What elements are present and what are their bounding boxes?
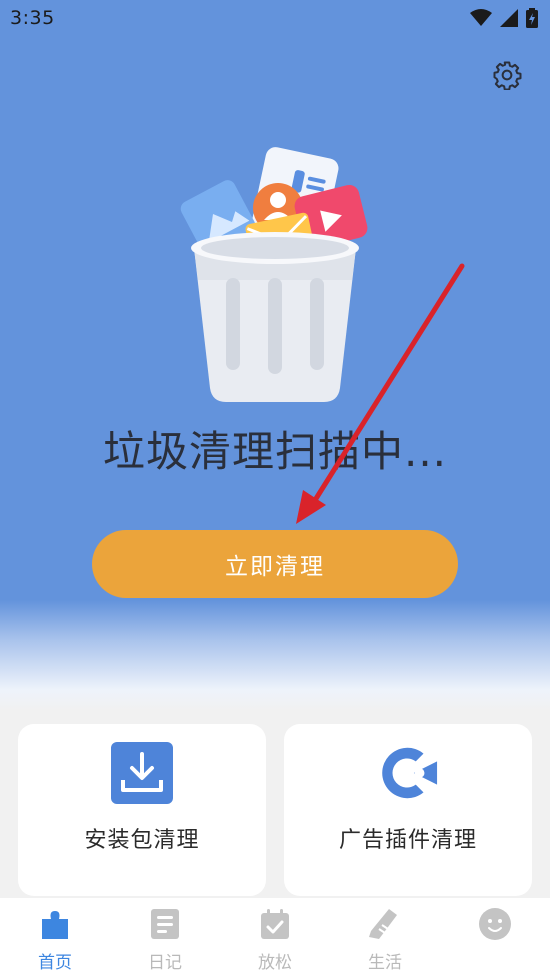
trash-can-illustration xyxy=(180,147,368,402)
apk-cleanup-card[interactable]: 安装包清理 xyxy=(18,724,266,896)
bottom-navigation: 首页 日记 放松 生活 xyxy=(0,898,550,977)
status-time: 3:35 xyxy=(10,7,55,29)
nav-label-diary: 日记 xyxy=(148,953,182,973)
ad-plugin-cleanup-card[interactable]: 广告插件清理 xyxy=(284,724,532,896)
nav-label-life: 生活 xyxy=(368,953,402,973)
gear-icon xyxy=(493,61,522,90)
diary-icon xyxy=(147,906,183,942)
battery-icon xyxy=(526,8,538,28)
status-icons xyxy=(470,8,538,28)
nav-label-home: 首页 xyxy=(38,953,72,973)
face-icon xyxy=(477,906,513,942)
status-bar: 3:35 xyxy=(0,0,550,40)
apk-cleanup-label: 安装包清理 xyxy=(84,828,200,853)
ad-plugin-cleanup-label: 广告插件清理 xyxy=(338,828,477,853)
sneaker-icon xyxy=(367,906,403,942)
nav-item-relax[interactable]: 放松 xyxy=(220,898,330,977)
scan-status-title: 垃圾清理扫描中... xyxy=(102,427,448,476)
settings-button[interactable] xyxy=(490,58,524,92)
home-puzzle-icon xyxy=(37,906,73,942)
calendar-check-icon xyxy=(257,906,293,942)
nav-item-life[interactable]: 生活 xyxy=(330,898,440,977)
nav-item-diary[interactable]: 日记 xyxy=(110,898,220,977)
nav-item-profile[interactable] xyxy=(440,898,550,977)
nav-item-home[interactable]: 首页 xyxy=(0,898,110,977)
download-tray-icon xyxy=(111,742,173,804)
wifi-icon xyxy=(470,9,492,26)
nav-label-relax: 放松 xyxy=(258,953,292,973)
ad-plugin-icon xyxy=(377,742,439,804)
clean-now-button[interactable]: 立即清理 xyxy=(92,530,458,598)
signal-icon xyxy=(500,9,518,27)
